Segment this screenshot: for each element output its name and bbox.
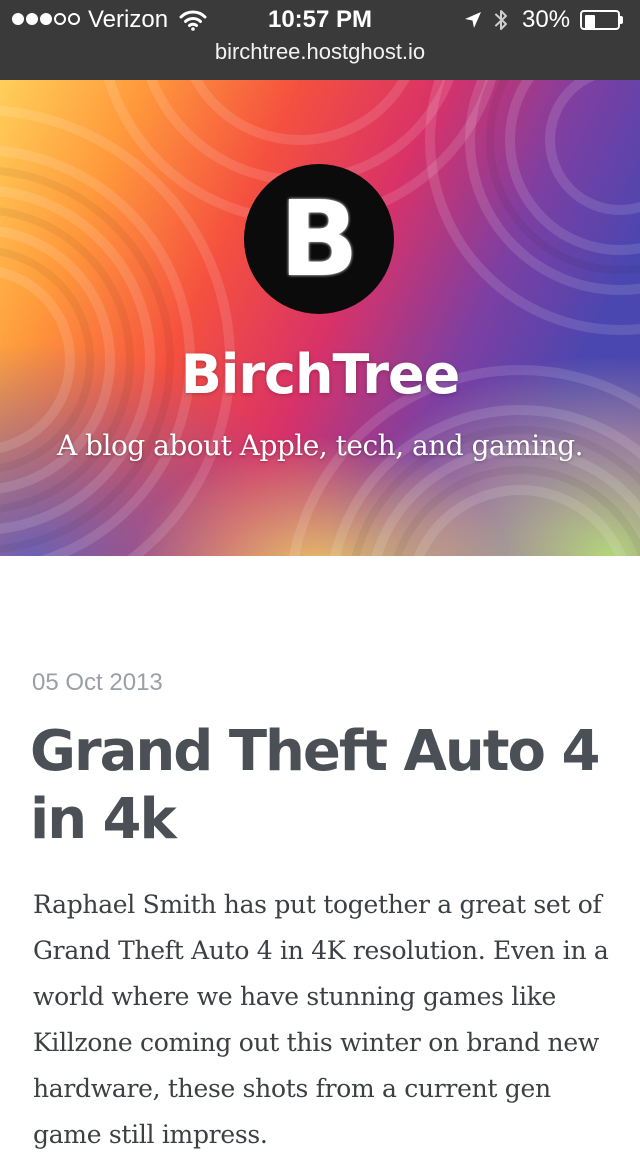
location-icon	[465, 12, 481, 28]
battery-level	[585, 15, 595, 29]
battery-percentage: 30%	[522, 6, 571, 33]
battery-icon	[580, 10, 624, 30]
status-row: Verizon 10:57 PM 30%	[0, 0, 640, 40]
post-title[interactable]: Grand Theft Auto 4 in 4k	[30, 718, 610, 854]
blog-title[interactable]: BirchTree	[0, 340, 640, 410]
battery-body	[580, 10, 620, 30]
url-bar[interactable]: birchtree.hostghost.io	[0, 38, 640, 66]
post-excerpt: Raphael Smith has put together a great s…	[33, 890, 609, 1149]
header-background	[0, 80, 640, 556]
post-date: 05 Oct 2013	[32, 669, 163, 696]
battery-tip	[620, 16, 623, 24]
blog-tagline: A blog about Apple, tech, and gaming.	[56, 429, 584, 462]
logo-letter: B	[279, 178, 359, 300]
blog-logo[interactable]: B	[244, 164, 394, 314]
bluetooth-icon	[495, 10, 507, 30]
status-bar: Verizon 10:57 PM 30% birchtree.hostghost…	[0, 0, 640, 80]
blog-header: B BirchTree A blog about Apple, tech, an…	[0, 80, 640, 556]
